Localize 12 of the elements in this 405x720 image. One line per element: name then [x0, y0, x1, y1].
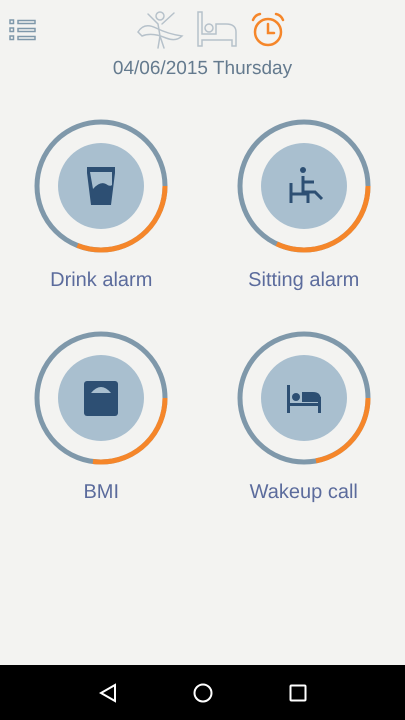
menu-icon[interactable]	[9, 19, 37, 41]
tile-label: Sitting alarm	[248, 269, 360, 292]
date-label: 04/06/2015 Thursday	[112, 58, 294, 80]
tile-label: Drink alarm	[50, 269, 152, 292]
tile-label: Wakeup call	[250, 481, 358, 504]
tile-label: BMI	[83, 481, 120, 504]
home-icon[interactable]	[193, 682, 214, 702]
back-icon[interactable]	[98, 682, 118, 702]
progress-ring[interactable]	[32, 329, 170, 467]
progress-ring[interactable]	[234, 329, 373, 467]
recents-icon[interactable]	[289, 684, 308, 702]
progress-ring[interactable]	[32, 117, 170, 255]
